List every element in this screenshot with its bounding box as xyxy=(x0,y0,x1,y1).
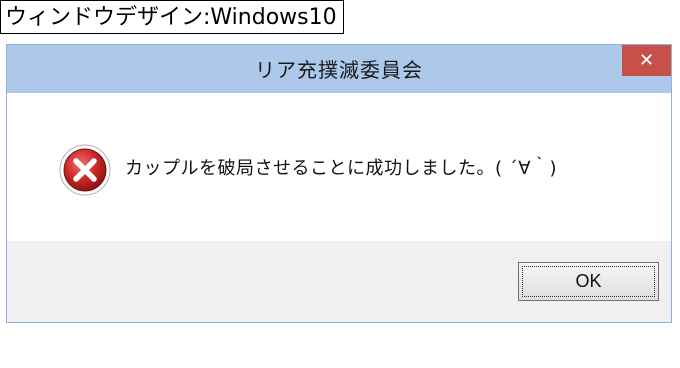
error-icon xyxy=(59,144,111,196)
design-caption: ウィンドウデザイン:Windows10 xyxy=(0,0,344,34)
dialog-title: リア充撲滅委員会 xyxy=(255,58,423,82)
dialog-content: カップルを破局させることに成功しました。( ´∀｀) xyxy=(7,93,671,241)
dialog-footer: OK xyxy=(7,241,671,322)
message-dialog: リア充撲滅委員会 ✕ カップルを破局させることに成功しました。( ´∀｀) OK xyxy=(6,44,672,323)
close-icon: ✕ xyxy=(638,50,655,71)
close-button[interactable]: ✕ xyxy=(622,45,671,76)
ok-button-label: OK xyxy=(575,271,602,291)
ok-button[interactable]: OK xyxy=(518,262,659,301)
title-bar[interactable]: リア充撲滅委員会 ✕ xyxy=(7,45,671,93)
dialog-message: カップルを破局させることに成功しました。( ´∀｀) xyxy=(125,158,558,179)
